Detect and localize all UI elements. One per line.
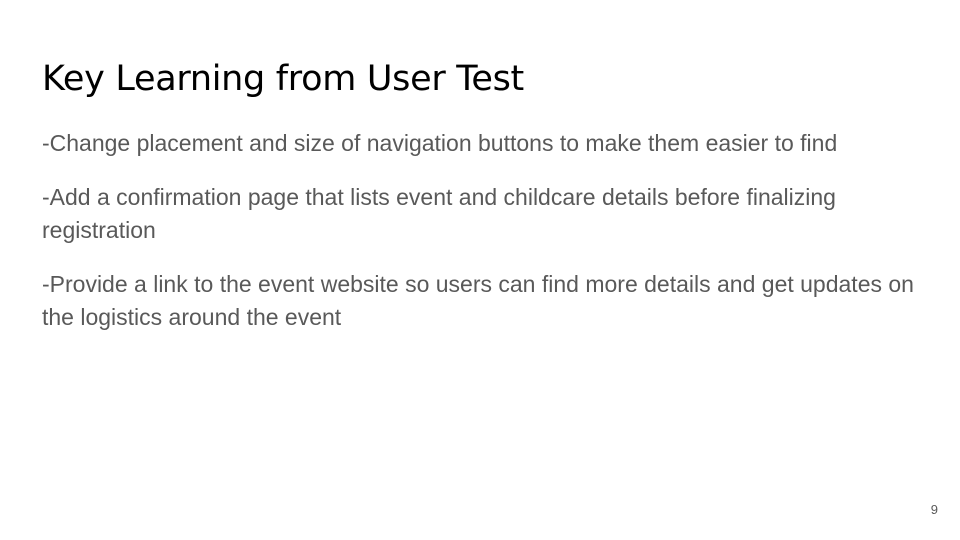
bullet-item: -Provide a link to the event website so …: [42, 271, 914, 330]
page-number: 9: [930, 502, 938, 517]
slide-body: -Change placement and size of navigation…: [42, 127, 932, 355]
bullet-item: -Add a confirmation page that lists even…: [42, 184, 836, 243]
slide: Key Learning from User Test -Change plac…: [0, 0, 960, 540]
slide-title: Key Learning from User Test: [42, 59, 524, 99]
bullet-item: -Change placement and size of navigation…: [42, 130, 838, 156]
